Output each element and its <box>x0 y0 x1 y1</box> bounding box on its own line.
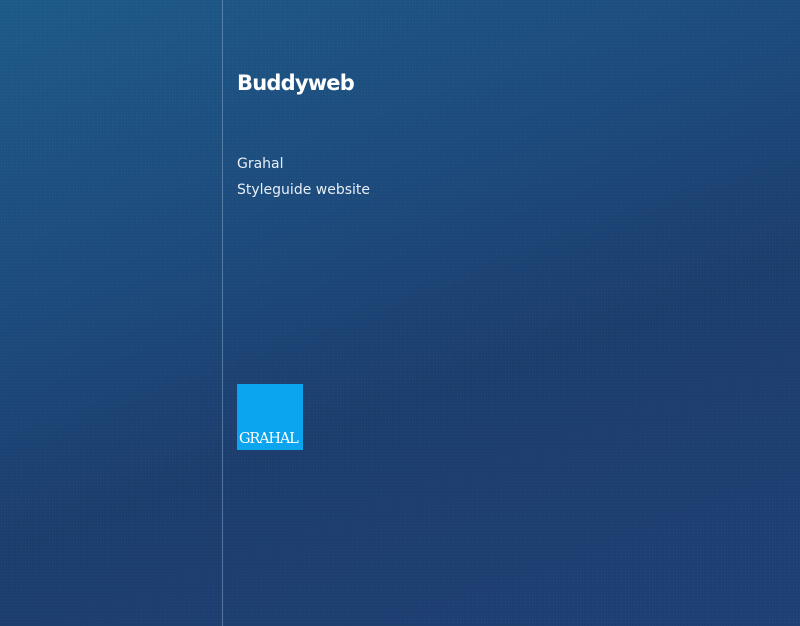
background-texture <box>0 0 800 626</box>
vertical-divider <box>222 0 223 626</box>
buddyweb-logo: Buddyweb <box>237 71 355 95</box>
client-name: Grahal <box>237 156 284 172</box>
grahal-logo: GRAHAL <box>237 384 303 450</box>
project-title: Styleguide website <box>237 182 370 198</box>
grahal-logo-text: GRAHAL <box>239 430 299 447</box>
